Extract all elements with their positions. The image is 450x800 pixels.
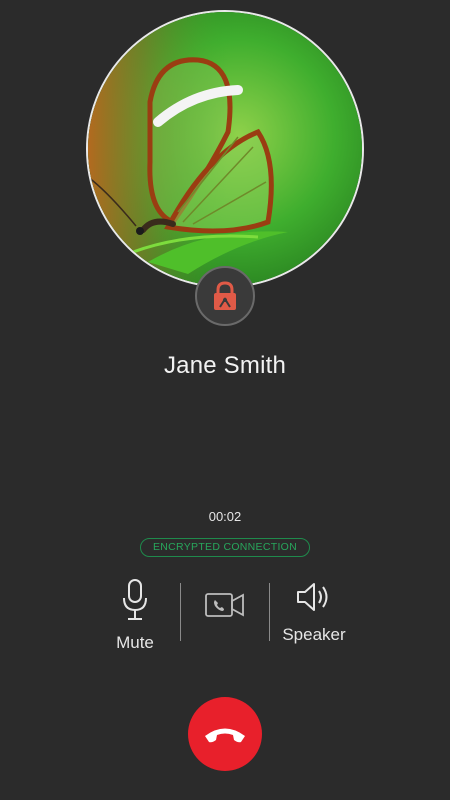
call-timer: 00:02 (208, 509, 242, 524)
caller-avatar (86, 10, 364, 288)
phone-hangup-icon (205, 728, 245, 743)
encryption-badge (195, 266, 255, 326)
encryption-status-badge: ENCRYPTED CONNECTION (140, 538, 310, 557)
butterfly-photo (88, 12, 362, 286)
speaker-label: Speaker (282, 625, 346, 644)
video-camera-icon (205, 593, 244, 617)
lock-icon (214, 281, 236, 310)
mute-label: Mute (116, 633, 154, 652)
speaker-icon (297, 583, 328, 611)
microphone-icon (123, 579, 147, 620)
speaker-button[interactable]: Speaker (259, 578, 369, 645)
caller-name: Jane Smith (163, 352, 287, 379)
call-screen: Jane Smith 00:02 ENCRYPTED CONNECTION Mu… (0, 0, 450, 800)
end-call-button[interactable] (188, 697, 262, 771)
